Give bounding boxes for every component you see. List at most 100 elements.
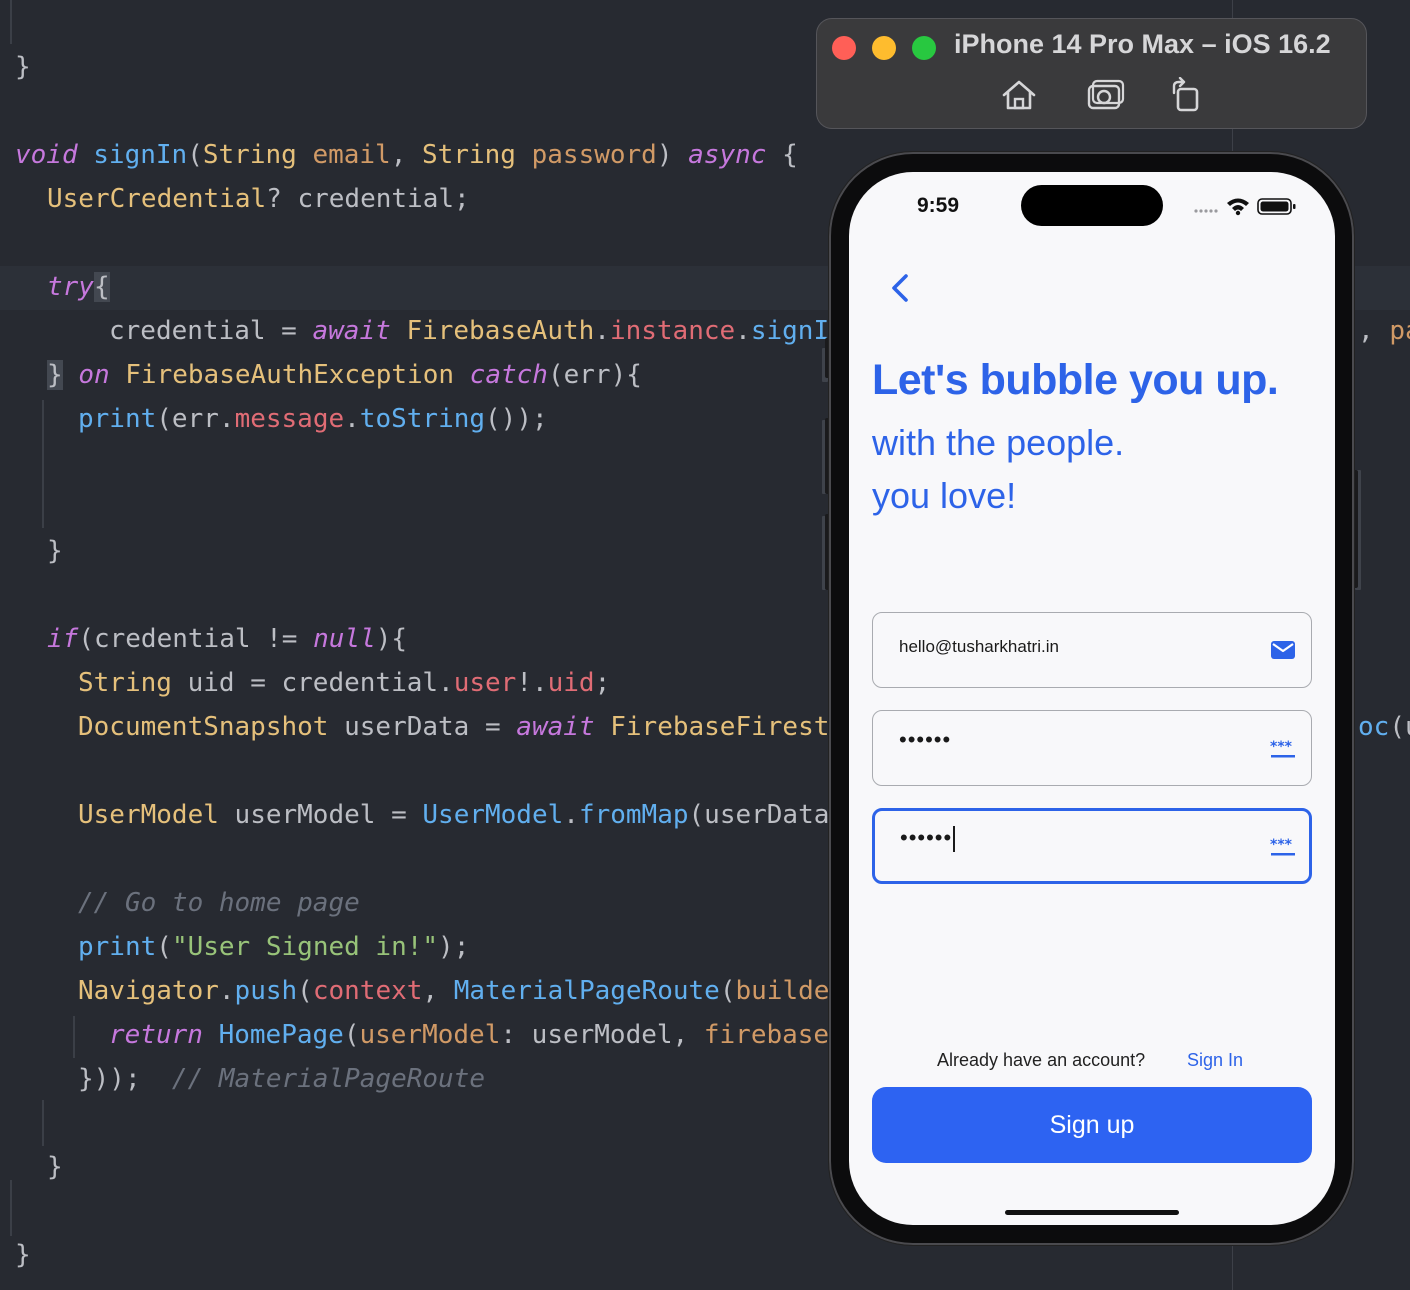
code-token: { — [766, 140, 798, 170]
code-line[interactable]: // Go to home page — [78, 887, 360, 919]
code-token: ( — [156, 932, 172, 962]
code-token: ( — [343, 1020, 360, 1050]
code-token: (credential != — [78, 624, 314, 654]
code-line[interactable]: if(credential != null){ — [47, 623, 407, 655]
code-token: push — [234, 976, 298, 1006]
code-token: await — [312, 316, 391, 346]
password-value: •••••• — [899, 727, 952, 752]
code-token: String — [422, 140, 516, 170]
code-token: context — [312, 976, 423, 1006]
code-line[interactable]: void signIn(String email, String passwor… — [15, 139, 798, 171]
code-token: String — [202, 140, 297, 170]
home-icon[interactable] — [999, 77, 1039, 113]
password-field[interactable]: •••••• *** — [872, 710, 1312, 786]
code-token: DocumentSnapshot — [78, 712, 329, 742]
code-token: on — [78, 360, 110, 390]
code-token: . — [563, 800, 579, 830]
code-line[interactable]: print(err.message.toString()); — [78, 403, 548, 435]
code-line[interactable]: } — [47, 535, 63, 567]
code-token: })); — [78, 1064, 172, 1094]
code-token: email — [312, 140, 391, 170]
code-line[interactable]: credential = await FirebaseAuth.instance… — [109, 315, 829, 347]
code-line[interactable]: print("User Signed in!"); — [78, 931, 469, 963]
code-line-fragment[interactable]: , pa — [1358, 315, 1410, 347]
code-token: , — [390, 140, 423, 170]
dynamic-island — [1021, 185, 1163, 226]
indent-guide — [42, 1100, 44, 1146]
code-line[interactable]: } — [47, 1151, 63, 1183]
code-token: . — [344, 404, 360, 434]
email-field[interactable]: hello@tusharkhatri.in — [872, 612, 1312, 688]
subline-1: with the people. — [872, 422, 1125, 463]
code-line[interactable]: UserModel userModel = UserModel.fromMap(… — [78, 799, 829, 831]
mail-icon — [1271, 641, 1295, 659]
code-line[interactable]: Navigator.push(context, MaterialPageRout… — [78, 975, 829, 1007]
code-token: UserModel — [78, 800, 219, 830]
code-token: oc — [1358, 712, 1390, 742]
svg-text:***: *** — [1270, 739, 1293, 755]
code-token: . — [735, 316, 751, 346]
code-token: ){ — [375, 624, 408, 654]
code-token: return — [109, 1020, 203, 1050]
simulator-title: iPhone 14 Pro Max – iOS 16.2 — [954, 29, 1331, 59]
code-line[interactable]: } on FirebaseAuthException catch(err){ — [47, 359, 642, 391]
code-line[interactable]: try{ — [47, 271, 110, 303]
code-token: fromMap — [578, 800, 689, 830]
email-value: hello@tusharkhatri.in — [899, 637, 1059, 656]
code-token: ; — [594, 668, 611, 698]
status-icons — [1194, 198, 1296, 216]
text-cursor — [953, 826, 956, 853]
code-token: null — [313, 624, 376, 654]
code-token: , — [1358, 316, 1390, 346]
screenshot-icon[interactable] — [1086, 77, 1126, 113]
status-time: 9:59 — [917, 194, 960, 217]
sign-up-button[interactable]: Sign up — [872, 1087, 1312, 1163]
code-line[interactable]: DocumentSnapshot userData = await Fireba… — [78, 711, 829, 743]
code-token: } — [15, 52, 31, 82]
code-token: message — [234, 404, 345, 434]
code-token: await — [516, 712, 595, 742]
zoom-window-button[interactable] — [912, 36, 936, 60]
close-window-button[interactable] — [832, 36, 856, 60]
battery-icon — [1257, 198, 1296, 215]
code-token: , — [422, 976, 454, 1006]
code-line[interactable]: })); // MaterialPageRoute — [78, 1063, 485, 1095]
code-token: ( — [187, 140, 203, 170]
already-have-account-text: Already have an account? — [937, 1050, 1146, 1070]
code-line-fragment[interactable]: oc(u — [1358, 711, 1410, 743]
cellular-signal-icon — [1194, 209, 1218, 213]
code-line[interactable]: } — [15, 1239, 31, 1271]
confirm-password-field[interactable]: •••••• *** — [872, 808, 1312, 884]
code-token: FirebaseAuthException — [125, 360, 455, 390]
back-arrow-icon[interactable] — [885, 268, 917, 308]
home-indicator[interactable] — [1005, 1210, 1179, 1215]
code-line[interactable]: } — [15, 51, 31, 83]
code-token: print — [78, 932, 157, 962]
code-token: FirebaseAuth — [406, 316, 595, 346]
code-token: try — [47, 272, 94, 302]
minimize-window-button[interactable] — [872, 36, 896, 60]
sign-in-link[interactable]: Sign In — [1187, 1050, 1243, 1071]
code-token: async — [688, 140, 767, 170]
code-line[interactable]: return HomePage(userModel: userModel, fi… — [109, 1019, 829, 1051]
code-line[interactable]: UserCredential? credential; — [47, 183, 470, 215]
rotate-icon[interactable] — [1166, 77, 1206, 113]
indent-guide — [42, 400, 44, 528]
code-token: { — [93, 272, 110, 302]
code-token: builde — [735, 976, 830, 1006]
subline-2: you love! — [872, 475, 1017, 516]
code-token: uid — [547, 668, 595, 698]
code-token: catch — [469, 360, 548, 390]
code-token: UserModel — [422, 800, 564, 830]
code-token: toString — [359, 404, 486, 434]
code-token: ) — [656, 140, 689, 170]
code-line[interactable]: String uid = credential.user!.uid; — [78, 667, 610, 699]
code-token: } — [47, 360, 63, 390]
code-token: HomePage — [218, 1020, 344, 1050]
code-token: uid = credential. — [171, 668, 454, 698]
confirm-password-text: •••••• — [900, 825, 953, 850]
